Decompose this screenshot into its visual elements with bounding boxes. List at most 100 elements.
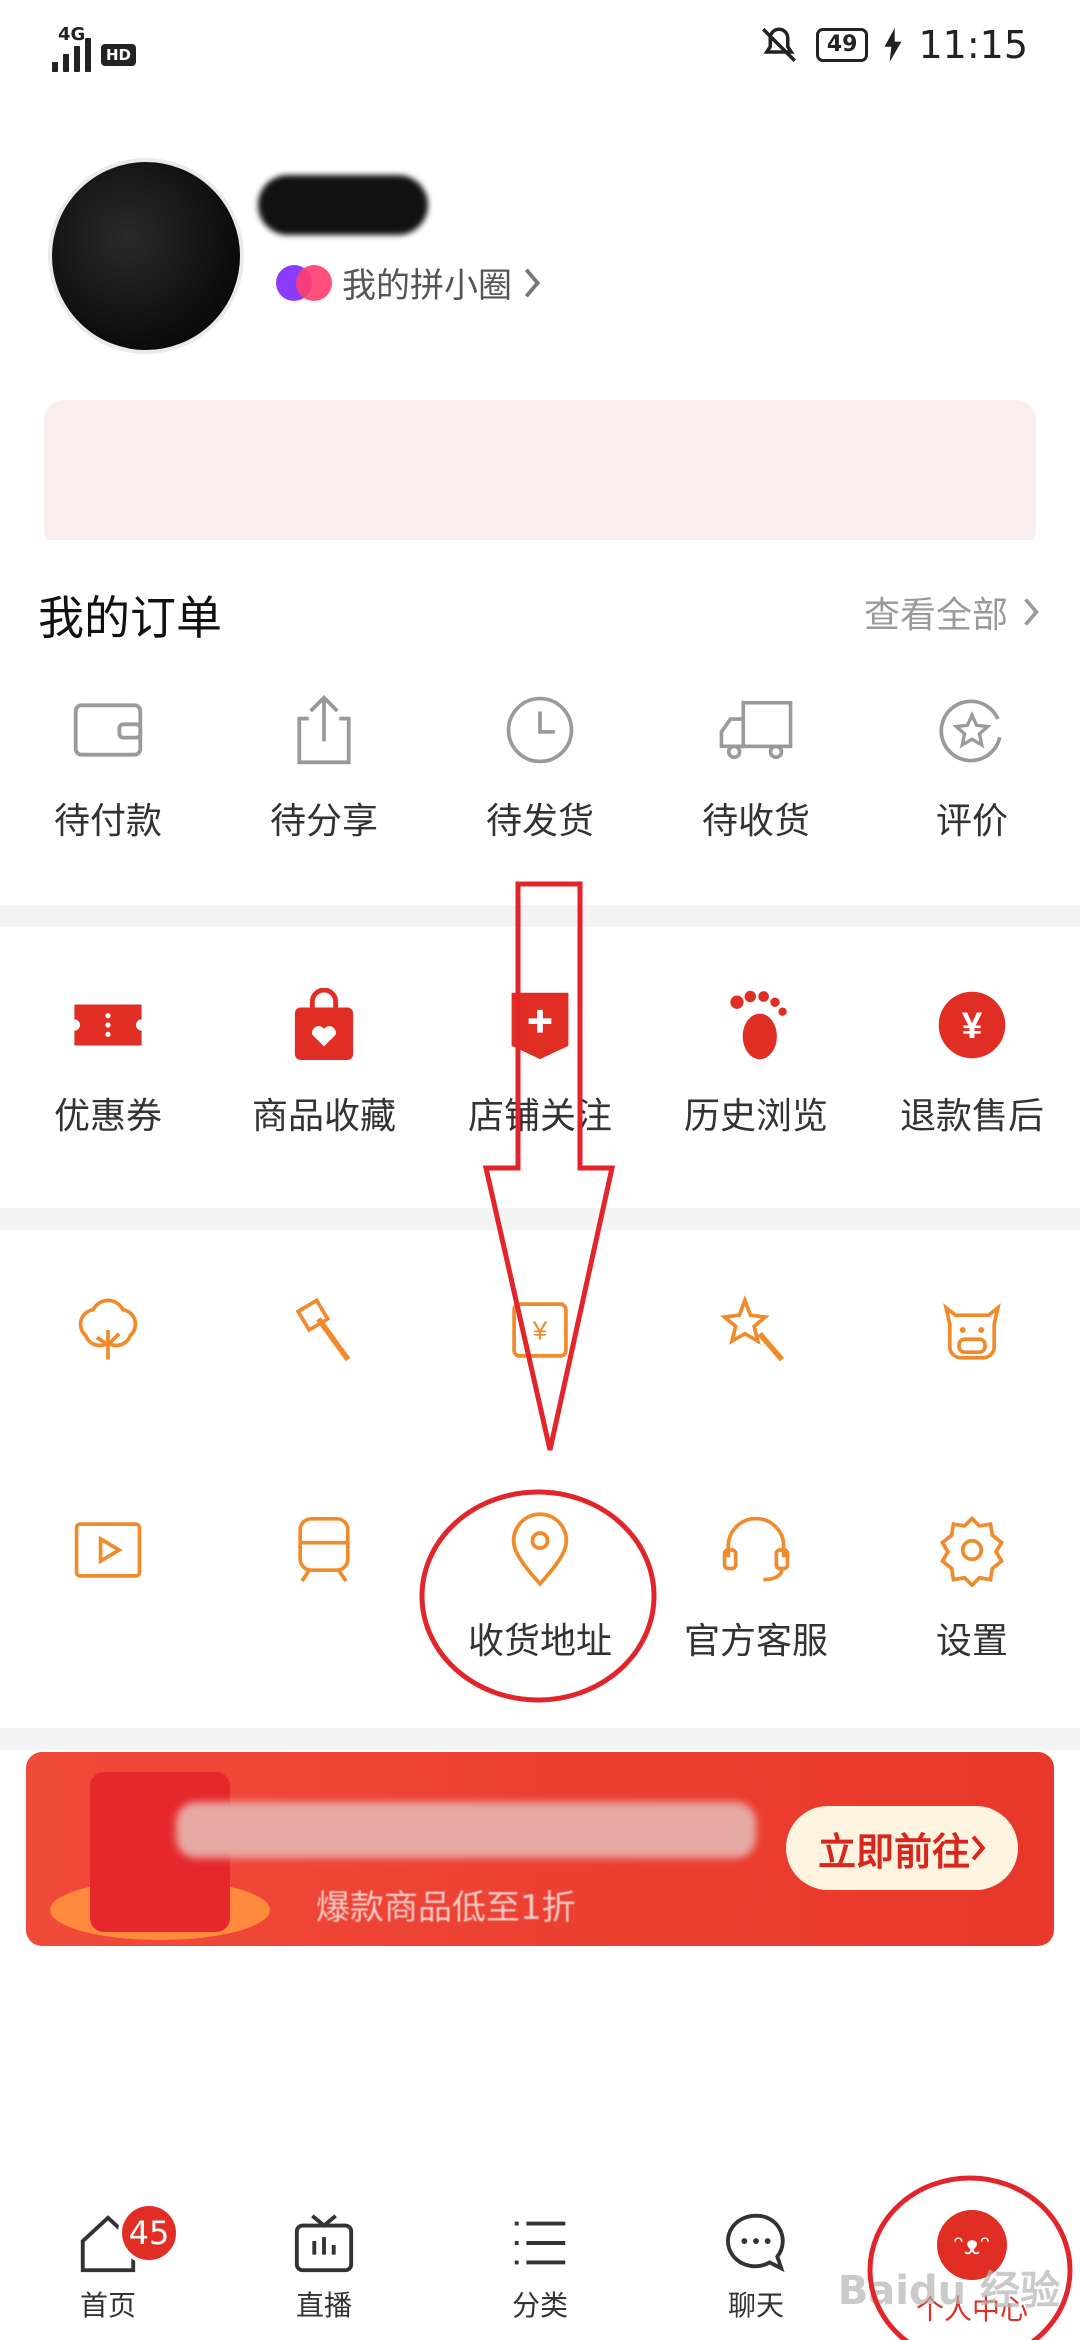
view-all-orders-button[interactable]: 查看全部 — [864, 586, 1040, 638]
order-item-label: 待付款 — [53, 801, 162, 842]
gear-icon — [939, 1515, 1005, 1587]
tool-train[interactable] — [216, 1510, 432, 1664]
view-all-label: 查看全部 — [863, 595, 1008, 636]
order-pending-share[interactable]: 待分享 — [216, 690, 432, 844]
nav-label: 首页 — [79, 2289, 136, 2322]
svg-text:¥: ¥ — [532, 1317, 548, 1345]
video-icon — [74, 1522, 142, 1578]
redacted-labels — [0, 1405, 1080, 1455]
promo-card[interactable] — [44, 400, 1036, 550]
circle-logo-icon — [276, 263, 332, 303]
order-pending-receipt[interactable]: 待收货 — [648, 690, 864, 844]
banner-subtitle: 爆款商品低至1折 — [316, 1888, 576, 1928]
customer-service-entry[interactable]: 官方客服 — [648, 1510, 864, 1664]
cow-icon — [943, 1303, 1001, 1360]
order-item-label: 待分享 — [269, 801, 378, 842]
nav-label: 分类 — [511, 2289, 568, 2322]
banner-title-redacted — [176, 1802, 756, 1858]
clock: 11:15 — [918, 23, 1028, 67]
tv-icon — [294, 2214, 354, 2273]
order-item-label: 评价 — [935, 801, 1008, 842]
chevron-right-icon — [524, 268, 541, 297]
section-divider — [0, 1728, 1080, 1750]
orders-title: 我的订单 — [38, 591, 222, 645]
status-bar: 4G HD 49 11:15 — [0, 0, 1080, 90]
chevron-right-icon — [971, 1835, 986, 1861]
share-icon — [297, 695, 351, 765]
status-left: 4G HD — [52, 18, 137, 72]
location-pin-icon — [511, 1512, 569, 1587]
tool-axe[interactable] — [216, 1290, 432, 1370]
nav-category[interactable]: 分类 — [432, 2180, 648, 2340]
tool-label: 官方客服 — [683, 1621, 828, 1662]
nav-label: 聊天 — [727, 2289, 784, 2322]
order-pending-shipment[interactable]: 待发货 — [432, 690, 648, 844]
circle-label: 我的拼小圈 — [342, 266, 512, 306]
svg-text:¥: ¥ — [962, 1005, 983, 1046]
shipping-address-entry[interactable]: 收货地址 — [432, 1510, 648, 1664]
tools-row-2: 收货地址 官方客服 设置 — [0, 1510, 1080, 1664]
service-item-label: 商品收藏 — [251, 1096, 396, 1137]
star-wand-icon — [720, 1295, 785, 1362]
nav-chat[interactable]: 聊天 — [648, 2180, 864, 2340]
chat-icon — [726, 2213, 785, 2273]
favorite-bag-icon — [294, 988, 354, 1060]
store-follow-entry[interactable]: 店铺关注 — [432, 985, 648, 1139]
tool-star[interactable] — [648, 1290, 864, 1370]
go-now-button[interactable]: 立即前往 — [785, 1806, 1018, 1890]
service-item-label: 优惠券 — [53, 1096, 162, 1137]
service-item-label: 店铺关注 — [467, 1096, 612, 1137]
refund-icon: ¥ — [938, 991, 1006, 1059]
avatar[interactable] — [48, 158, 244, 354]
tool-video[interactable] — [0, 1510, 216, 1664]
footprint-icon — [730, 990, 787, 1060]
nav-home[interactable]: 45 首页 — [0, 2180, 216, 2340]
go-now-label: 立即前往 — [817, 1829, 970, 1874]
favorites-entry[interactable]: 商品收藏 — [216, 985, 432, 1139]
charging-icon — [884, 28, 902, 62]
home-badge: 45 — [118, 2202, 180, 2264]
network-type: 4G — [58, 24, 86, 45]
mute-bell-icon — [761, 27, 796, 62]
tool-label: 收货地址 — [467, 1621, 612, 1662]
axe-icon — [295, 1297, 351, 1362]
chevron-right-icon — [1024, 598, 1039, 626]
headset-icon — [722, 1516, 790, 1582]
settings-entry[interactable]: 设置 — [864, 1510, 1080, 1664]
tool-orchard[interactable] — [0, 1290, 216, 1370]
service-item-label: 退款售后 — [899, 1096, 1044, 1137]
store-follow-icon — [511, 992, 569, 1060]
money-bag-icon: ¥ — [512, 1302, 568, 1358]
order-review[interactable]: 评价 — [864, 690, 1080, 844]
order-item-label: 待发货 — [485, 801, 594, 842]
hd-badge: HD — [101, 44, 137, 66]
nav-label: 直播 — [295, 2289, 352, 2322]
tools-row-1: ¥ — [0, 1290, 1080, 1370]
coupon-entry[interactable]: 优惠券 — [0, 985, 216, 1139]
truck-icon — [719, 700, 793, 760]
clock-icon — [506, 696, 574, 764]
history-entry[interactable]: 历史浏览 — [648, 985, 864, 1139]
tool-label: 设置 — [935, 1621, 1008, 1662]
tool-money[interactable]: ¥ — [432, 1290, 648, 1370]
services-row: 优惠券 商品收藏 店铺关注 历史浏览 ¥ 退款售后 — [0, 985, 1080, 1139]
refund-entry[interactable]: ¥ 退款售后 — [864, 985, 1080, 1139]
my-circle-link[interactable]: 我的拼小圈 — [276, 258, 542, 307]
promo-banner[interactable]: 爆款商品低至1折 立即前往 — [26, 1752, 1054, 1946]
nav-live[interactable]: 直播 — [216, 2180, 432, 2340]
order-item-label: 待收货 — [701, 801, 810, 842]
watermark: Baidu 经验 — [837, 2268, 1060, 2314]
service-item-label: 历史浏览 — [683, 1096, 828, 1137]
status-right: 49 11:15 — [758, 23, 1028, 67]
orders-section: 我的订单 查看全部 待付款 待分享 待发货 待收货 评价 — [0, 540, 1080, 905]
section-divider — [0, 1208, 1080, 1230]
order-status-row: 待付款 待分享 待发货 待收货 评价 — [0, 690, 1080, 844]
tool-cow[interactable] — [864, 1290, 1080, 1370]
order-pending-payment[interactable]: 待付款 — [0, 690, 216, 844]
tree-icon — [78, 1298, 138, 1360]
train-icon — [298, 1517, 350, 1583]
bottom-nav: 45 首页 直播 分类 聊天 ᵔᴥᵔ 个人中心 Baidu 经验 — [0, 2180, 1080, 2340]
wallet-icon — [73, 703, 143, 757]
coupon-icon — [74, 1004, 142, 1046]
list-icon — [514, 2221, 566, 2265]
